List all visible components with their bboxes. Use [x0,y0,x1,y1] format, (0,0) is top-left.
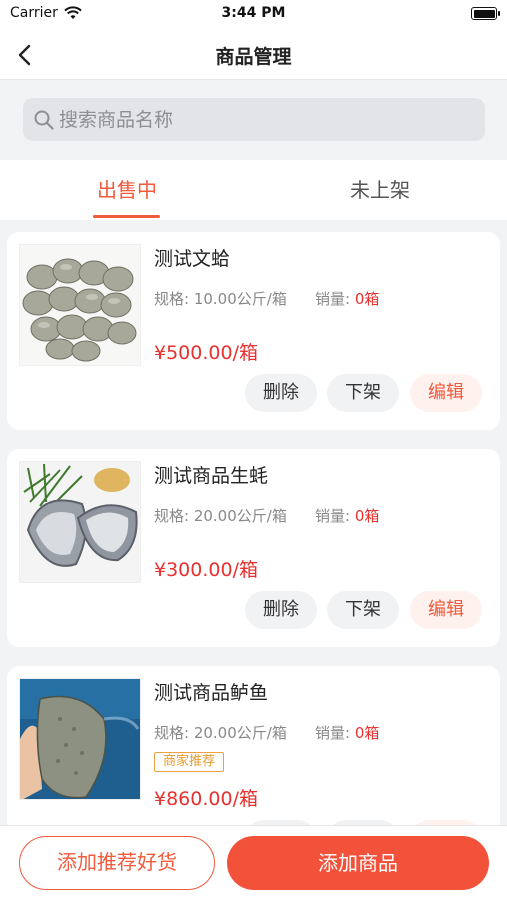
sales-label: 销量: [315,507,355,525]
delete-button[interactable]: 删除 [245,374,317,412]
product-card[interactable]: 测试商品生蚝 规格: 20.00公斤/箱 销量: 0箱 ¥300.00/箱 删除… [7,449,500,647]
product-sales: 销量: 0箱 [315,722,379,743]
product-name: 测试商品鲈鱼 [154,682,269,704]
edit-button[interactable]: 编辑 [410,374,482,412]
sales-value: 0箱 [354,507,380,525]
product-spec: 规格: 10.00公斤/箱 [154,290,287,308]
unlist-button[interactable]: 下架 [327,374,399,412]
product-list: 测试文蛤 规格: 10.00公斤/箱 销量: 0箱 ¥500.00/箱 删除 下… [0,220,507,825]
product-name: 测试文蛤 [154,248,231,270]
unlist-button[interactable]: 下架 [327,591,399,629]
nav-bar: 商品管理 [0,30,507,80]
search-box[interactable] [23,98,485,141]
status-bar: Carrier 3:44 PM [0,0,507,30]
product-name: 测试商品生蚝 [154,465,269,487]
edit-button[interactable]: 编辑 [410,591,482,629]
battery-icon [471,7,500,20]
product-price: ¥860.00/箱 [154,788,258,810]
product-card[interactable]: 测试文蛤 规格: 10.00公斤/箱 销量: 0箱 ¥500.00/箱 删除 下… [7,232,500,430]
sales-label: 销量: [315,724,355,742]
product-image-clams [19,244,141,366]
product-image-sea-bass [19,678,141,800]
sales-value: 0箱 [354,290,380,308]
product-card[interactable]: 测试商品鲈鱼 规格: 20.00公斤/箱 销量: 0箱 商家推荐 ¥860.00… [7,666,500,825]
product-price: ¥300.00/箱 [154,559,258,581]
product-price: ¥500.00/箱 [154,342,258,364]
product-spec: 规格: 20.00公斤/箱 [154,724,287,742]
add-product-button[interactable]: 添加商品 [227,836,489,890]
status-time: 3:44 PM [221,5,286,21]
tab-active-indicator [93,215,160,218]
tab-bar: 出售中 未上架 [0,160,507,220]
product-image-oysters [19,461,141,583]
sales-label: 销量: [315,290,355,308]
search-icon [34,110,54,130]
product-spec: 规格: 20.00公斤/箱 [154,507,287,525]
sales-value: 0箱 [354,724,380,742]
recommend-badge: 商家推荐 [154,752,225,772]
product-sales: 销量: 0箱 [315,505,379,526]
page-title: 商品管理 [215,46,292,68]
tab-on-sale[interactable]: 出售中 [27,174,227,203]
delete-button[interactable]: 删除 [245,591,317,629]
search-input[interactable] [59,98,485,141]
search-section [0,80,507,160]
bottom-action-bar: 添加推荐好货 添加商品 [0,825,507,900]
product-sales: 销量: 0箱 [315,288,379,309]
tab-not-listed[interactable]: 未上架 [280,174,480,203]
add-recommended-button[interactable]: 添加推荐好货 [19,836,215,890]
